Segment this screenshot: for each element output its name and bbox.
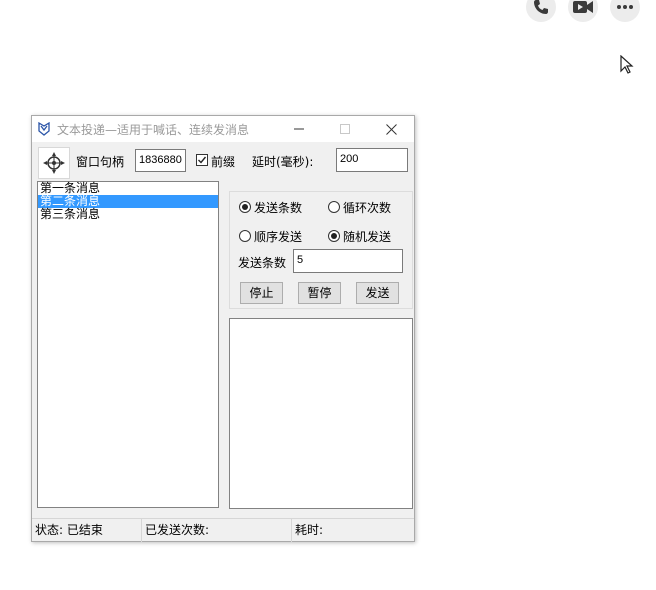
status-state: 状态: 已结束 <box>32 519 142 542</box>
status-sent-count: 已发送次数: <box>142 519 292 542</box>
prefix-checkbox[interactable] <box>196 154 208 166</box>
window-handle-label: 窗口句柄 <box>76 155 125 169</box>
log-output-box[interactable] <box>229 318 413 509</box>
phone-icon <box>534 0 548 14</box>
close-icon <box>385 123 397 135</box>
order-sequential-radio[interactable] <box>239 230 251 242</box>
mode-loop-radio[interactable] <box>328 201 340 213</box>
mode-count-radio[interactable] <box>239 201 251 213</box>
mode-loop-label: 循环次数 <box>343 201 392 215</box>
window-handle-input[interactable]: 1836880 <box>135 149 186 172</box>
mode-count-label: 发送条数 <box>254 201 303 215</box>
delay-input[interactable]: 200 <box>336 148 408 172</box>
minimize-icon <box>294 128 304 130</box>
text-sender-window: 文本投递—适用于喊话、连续发消息 窗口句柄 1836880 前缀 延时(毫秒):… <box>31 115 415 542</box>
crosshair-target-icon <box>43 152 65 174</box>
list-item[interactable]: 第三条消息 <box>38 208 218 221</box>
prefix-label: 前缀 <box>211 155 236 169</box>
call-button[interactable] <box>526 0 556 22</box>
video-camera-icon <box>573 1 593 13</box>
mouse-cursor <box>620 54 634 78</box>
delay-label: 延时(毫秒): <box>252 155 314 169</box>
maximize-icon <box>340 124 350 134</box>
order-sequential-label: 顺序发送 <box>254 230 303 244</box>
title-bar: 文本投递—适用于喊话、连续发消息 <box>32 116 414 142</box>
send-count-label: 发送条数 <box>238 256 287 270</box>
send-count-input[interactable]: 5 <box>293 249 403 273</box>
stop-button[interactable]: 停止 <box>240 282 283 304</box>
window-title: 文本投递—适用于喊话、连续发消息 <box>57 123 250 137</box>
window-picker-button[interactable] <box>38 147 70 179</box>
checkmark-icon <box>198 156 207 164</box>
close-button[interactable] <box>368 116 414 142</box>
more-button[interactable] <box>610 0 640 22</box>
pause-button[interactable]: 暂停 <box>298 282 341 304</box>
send-options-group: 发送条数 循环次数 顺序发送 随机发送 发送条数 5 停止 暂停 发送 <box>229 191 413 309</box>
maximize-button[interactable] <box>322 116 368 142</box>
order-random-radio[interactable] <box>328 230 340 242</box>
more-icon <box>617 5 633 9</box>
status-elapsed: 耗时: <box>295 523 324 537</box>
order-random-label: 随机发送 <box>343 230 392 244</box>
app-icon <box>38 122 50 136</box>
cursor-arrow-icon <box>620 54 634 74</box>
message-list[interactable]: 第一条消息 第二条消息 第三条消息 <box>37 181 219 508</box>
status-bar: 状态: 已结束 已发送次数: 耗时: <box>32 518 414 542</box>
send-button[interactable]: 发送 <box>356 282 399 304</box>
minimize-button[interactable] <box>276 116 322 142</box>
video-call-button[interactable] <box>568 0 598 22</box>
